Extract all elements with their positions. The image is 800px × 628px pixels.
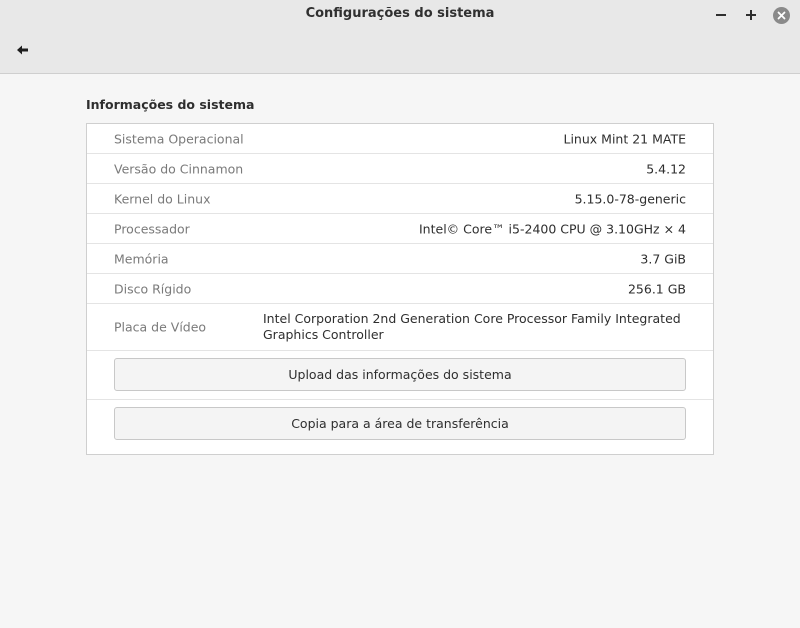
maximize-button[interactable] (741, 5, 761, 25)
back-arrow-icon (17, 45, 28, 55)
info-label: Placa de Vídeo (114, 319, 207, 335)
back-button[interactable] (12, 40, 34, 60)
info-value: 256.1 GB (627, 281, 686, 296)
info-row-cinnamon-version: Versão do Cinnamon 5.4.12 (87, 154, 713, 184)
close-button[interactable] (771, 5, 791, 25)
info-value: 3.7 GiB (640, 251, 686, 266)
window-title: Configurações do sistema (305, 6, 495, 21)
info-label: Processador (114, 221, 190, 236)
close-icon (772, 6, 790, 24)
info-row-memory: Memória 3.7 GiB (87, 244, 713, 274)
info-row-processor: Processador Intel© Core™ i5-2400 CPU @ 3… (87, 214, 713, 244)
info-label: Sistema Operacional (114, 131, 244, 146)
info-row-disk: Disco Rígido 256.1 GB (87, 274, 713, 304)
system-info-panel: Sistema Operacional Linux Mint 21 MATE V… (86, 123, 714, 455)
info-label: Disco Rígido (114, 281, 192, 296)
info-label: Kernel do Linux (114, 191, 211, 206)
info-value: Linux Mint 21 MATE (563, 131, 687, 146)
info-value: 5.4.12 (646, 161, 686, 176)
maximize-icon (746, 10, 756, 20)
info-row-graphics: Placa de Vídeo Intel Corporation 2nd Gen… (87, 304, 713, 351)
copy-row: Copia para a área de transferência (87, 400, 713, 449)
info-label: Versão do Cinnamon (114, 161, 244, 176)
info-value: 5.15.0-78-generic (574, 191, 686, 206)
info-value: Intel© Core™ i5-2400 CPU @ 3.10GHz × 4 (419, 221, 686, 236)
copy-to-clipboard-button[interactable]: Copia para a área de transferência (114, 407, 686, 440)
header-bar: Configurações do sistema (0, 0, 800, 74)
upload-system-info-button[interactable]: Upload das informações do sistema (114, 358, 686, 391)
info-row-os: Sistema Operacional Linux Mint 21 MATE (87, 124, 713, 154)
upload-row: Upload das informações do sistema (87, 351, 713, 400)
minimize-icon (716, 14, 726, 16)
minimize-button[interactable] (711, 5, 731, 25)
section-title: Informações do sistema (86, 97, 255, 112)
info-label: Memória (114, 251, 169, 266)
info-row-kernel: Kernel do Linux 5.15.0-78-generic (87, 184, 713, 214)
info-value: Intel Corporation 2nd Generation Core Pr… (263, 311, 681, 342)
